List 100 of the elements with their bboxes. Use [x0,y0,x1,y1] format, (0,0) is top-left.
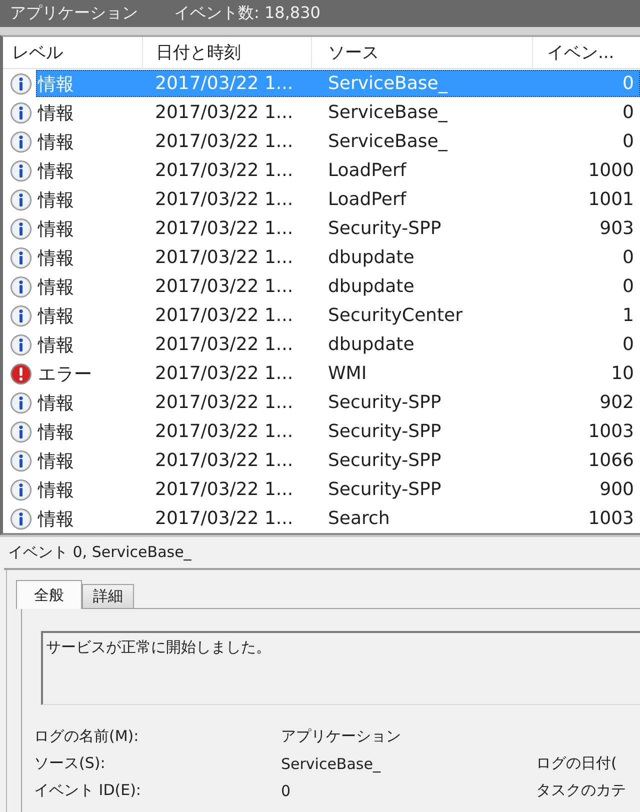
info-icon [10,246,32,268]
field-label: ソース(S): [34,754,106,773]
event-row[interactable]: 情報 2017/03/22 1... LoadPerf 1000 [36,157,640,184]
date-cell-text: 2017/03/22 1... [154,276,294,297]
date-cell-text: 2017/03/22 1... [154,247,294,268]
info-icon [10,478,32,500]
event-row[interactable]: 情報 2017/03/22 1... ServiceBase_ 0 [36,128,640,155]
level-cell-text: 情報 [36,392,75,414]
source-cell-text: SecurityCenter [327,305,464,326]
info-icon [10,160,32,182]
event-id-cell-text: 1003 [587,508,635,529]
info-icon [10,102,32,124]
source-cell-text: ServiceBase_ [327,73,448,94]
date-cell-text: 2017/03/22 1... [154,189,294,210]
event-id-cell-text: 900 [598,479,635,500]
event-row[interactable]: 情報 2017/03/22 1... SecurityCenter 1 [36,302,640,329]
event-id-cell-text: 0 [622,276,635,297]
field-label: ログの日付( [536,754,618,773]
event-id-cell-text: 903 [598,218,635,239]
event-row[interactable]: 情報 2017/03/22 1... dbupdate 0 [36,273,640,300]
event-id-cell-text: 1003 [587,421,635,442]
level-cell-text: 情報 [36,450,75,472]
event-id-cell-text: 0 [622,102,635,123]
event-count: イベント数: 18,830 [174,3,320,24]
event-row[interactable]: 情報 2017/03/22 1... Security-SPP 903 [36,215,640,242]
column-header[interactable]: レベル [3,37,143,68]
event-id-cell-text: 0 [622,334,635,355]
date-cell-text: 2017/03/22 1... [154,479,294,500]
level-cell-text: 情報 [36,246,75,270]
column-header[interactable]: イベン... [533,37,640,68]
info-icon [10,304,32,326]
error-icon [10,362,32,384]
tab[interactable]: 詳細 [82,584,134,608]
field-label: イベント ID(E): [34,781,142,800]
event-row[interactable]: 情報 2017/03/22 1... Security-SPP 902 [36,389,640,416]
source-cell-text: Security-SPP [327,218,442,239]
date-cell-text: 2017/03/22 1... [154,102,294,123]
event-id-cell-text: 1000 [587,160,635,181]
date-cell-text: 2017/03/22 1... [154,131,294,152]
level-cell-text: 情報 [36,508,75,530]
level-cell-text: 情報 [36,188,75,212]
column-header[interactable]: 日付と時刻 [143,37,312,68]
event-row[interactable]: 情報 2017/03/22 1... Security-SPP 900 [36,476,640,503]
field-value: アプリケーション [281,727,402,746]
source-cell-text: dbupdate [327,334,416,355]
date-cell-text: 2017/03/22 1... [154,305,294,326]
event-id-cell-text: 0 [622,73,635,94]
level-cell-text: 情報 [36,420,75,444]
info-icon [10,420,32,442]
source-cell-text: ServiceBase_ [327,131,448,152]
field-label: ログの名前(M): [34,727,140,746]
source-cell-text: LoadPerf [327,189,408,210]
field-label: タスクのカテ [536,781,627,800]
info-icon [10,392,32,414]
level-cell-text: 情報 [36,276,75,298]
info-icon [10,508,32,530]
field-value: 0 [281,782,292,800]
info-icon [10,334,32,356]
event-row[interactable]: エラー 2017/03/22 1... WMI 10 [36,360,640,387]
event-row[interactable]: 情報 2017/03/22 1... Search 1003 [36,505,640,532]
source-cell-text: ServiceBase_ [327,102,448,123]
date-cell-text: 2017/03/22 1... [154,160,294,181]
level-cell-text: 情報 [36,334,75,356]
tab[interactable]: 全般 [16,580,82,609]
event-id-cell-text: 0 [622,131,635,152]
level-cell-text: 情報 [36,72,75,96]
event-id-cell-text: 10 [610,363,635,384]
source-cell-text: Search [327,508,391,529]
source-cell-text: WMI [327,363,368,384]
source-cell-text: Security-SPP [327,392,442,413]
info-icon [10,188,32,210]
event-row[interactable]: 情報 2017/03/22 1... ServiceBase_ 0 [36,99,640,126]
source-cell-text: Security-SPP [327,479,442,500]
event-row[interactable]: 情報 2017/03/22 1... dbupdate 0 [36,244,640,271]
level-cell-text: エラー [37,362,93,386]
event-id-cell-text: 902 [598,392,635,413]
event-row[interactable]: 情報 2017/03/22 1... dbupdate 0 [36,331,640,358]
description-field[interactable]: サービスが正常に開始しました。 [41,631,640,705]
source-cell-text: LoadPerf [327,160,408,181]
event-id-cell-text: 0 [622,247,635,268]
event-row[interactable]: 情報 2017/03/22 1... Security-SPP 1003 [36,418,640,445]
source-cell-text: Security-SPP [327,421,442,442]
event-title: イベント 0, ServiceBase_ [4,537,640,570]
event-id-cell-text: 1066 [587,450,635,471]
date-cell-text: 2017/03/22 1... [154,334,294,355]
date-cell-text: 2017/03/22 1... [154,450,294,471]
date-cell-text: 2017/03/22 1... [154,73,294,94]
date-cell-text: 2017/03/22 1... [154,508,294,529]
event-id-cell-text: 1 [622,305,635,326]
info-icon [10,218,32,240]
column-header[interactable]: ソース [312,37,533,68]
level-cell-text: 情報 [36,218,75,240]
event-row[interactable]: 情報 2017/03/22 1... LoadPerf 1001 [36,186,640,213]
info-icon [10,72,32,94]
source-cell-text: Security-SPP [327,450,442,471]
info-icon [10,450,32,472]
info-icon [10,276,32,298]
event-row[interactable]: 情報 2017/03/22 1... Security-SPP 1066 [36,447,640,474]
date-cell-text: 2017/03/22 1... [154,392,294,413]
log-title: アプリケーション [10,3,138,24]
